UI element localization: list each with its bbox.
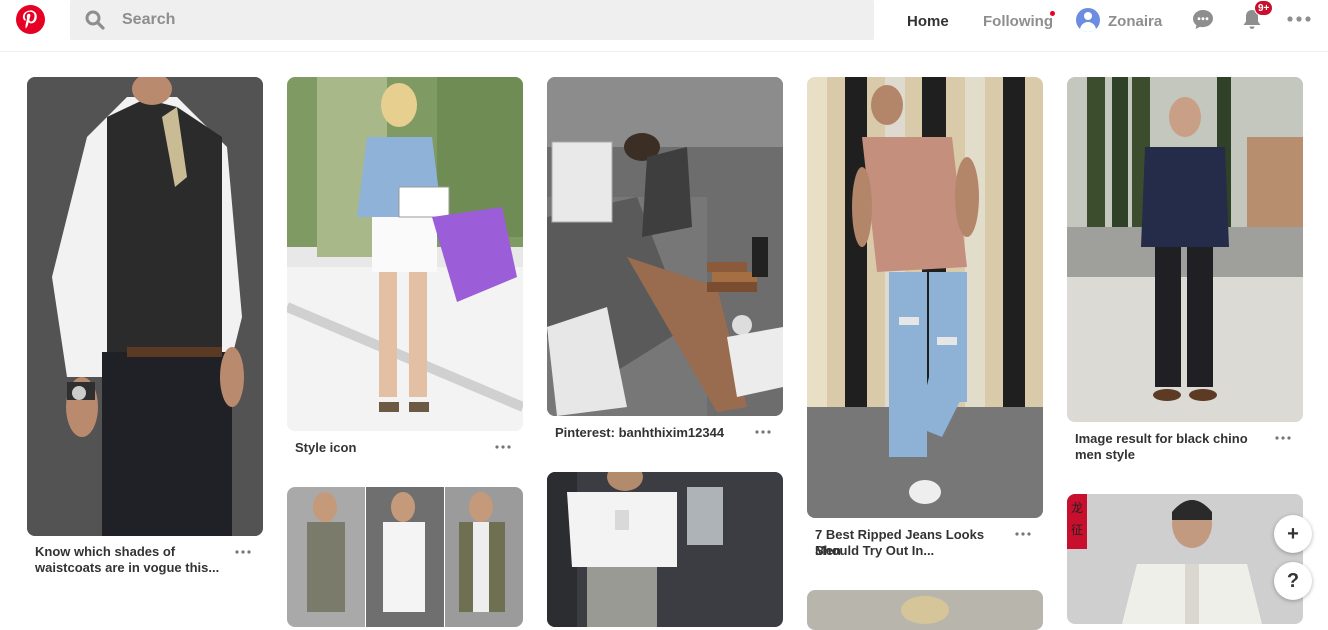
- pin-title[interactable]: waistcoats are in vogue this...: [35, 560, 231, 576]
- pin-title[interactable]: men style: [1075, 447, 1271, 463]
- pin-more-icon[interactable]: [495, 444, 511, 450]
- create-pin-button[interactable]: +: [1274, 515, 1312, 553]
- pinterest-logo-icon[interactable]: [16, 5, 45, 34]
- pin-more-icon[interactable]: [235, 549, 251, 555]
- pin-image[interactable]: 龙 征: [1067, 494, 1303, 624]
- pin-title[interactable]: Know which shades of: [35, 544, 231, 560]
- pin-more-icon[interactable]: [1015, 531, 1031, 537]
- more-options-icon[interactable]: [1287, 14, 1311, 24]
- search-input[interactable]: [122, 0, 822, 40]
- pin-title[interactable]: Pinterest: banhthixim12344: [555, 425, 751, 441]
- pin-image[interactable]: [27, 77, 263, 536]
- pin-more-icon[interactable]: [1275, 435, 1291, 441]
- pin-image[interactable]: [547, 472, 783, 627]
- profile-username[interactable]: Zonaira: [1108, 13, 1162, 30]
- svg-text:龙: 龙: [1071, 501, 1083, 515]
- pin-image[interactable]: [807, 590, 1043, 630]
- top-nav-bar: Home Following Zonaira 9+: [0, 0, 1328, 52]
- notifications-badge: 9+: [1254, 0, 1274, 16]
- pin-title[interactable]: Image result for black chino: [1075, 431, 1271, 447]
- avatar[interactable]: [1076, 8, 1100, 32]
- search-icon: [85, 10, 105, 30]
- pin-title[interactable]: Should Try Out In...: [815, 543, 1011, 559]
- svg-text:征: 征: [1071, 523, 1083, 537]
- pin-more-icon[interactable]: [755, 429, 771, 435]
- pin-image[interactable]: [287, 487, 523, 627]
- pin-image[interactable]: [547, 77, 783, 416]
- help-button[interactable]: ?: [1274, 562, 1312, 600]
- pin-image[interactable]: [807, 77, 1043, 518]
- messages-icon[interactable]: [1191, 8, 1215, 32]
- following-new-indicator: [1050, 11, 1055, 16]
- pin-image[interactable]: [1067, 77, 1303, 422]
- search-bar[interactable]: [70, 0, 874, 40]
- pin-image[interactable]: [287, 77, 523, 431]
- pin-title[interactable]: Style icon: [295, 440, 491, 456]
- nav-following-link[interactable]: Following: [983, 13, 1053, 30]
- nav-home-link[interactable]: Home: [907, 13, 949, 30]
